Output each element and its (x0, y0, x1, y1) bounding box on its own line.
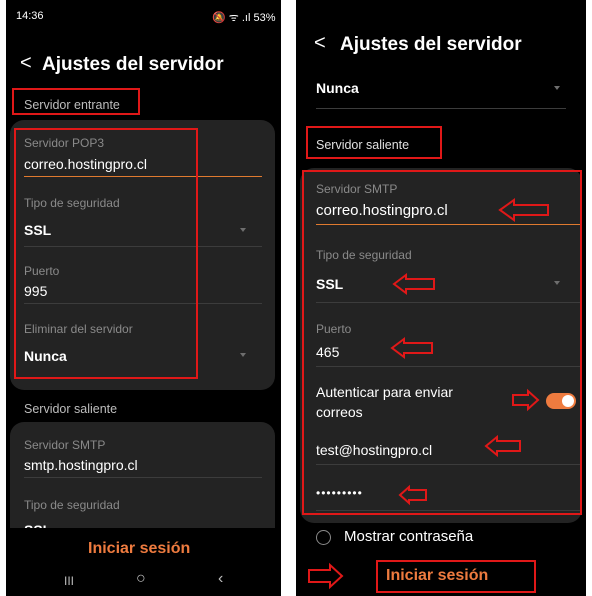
annotation-arrow-icon (308, 562, 344, 590)
annotation-arrow-icon (390, 337, 433, 359)
delete-underline (316, 108, 566, 109)
show-password-radio[interactable] (316, 530, 331, 545)
smtp-underline (24, 477, 262, 478)
sign-in-button[interactable]: Iniciar sesión (386, 567, 488, 585)
annotation-arrow-icon (398, 484, 427, 506)
status-icons: 🔕 ᯤ .ıl 53% (212, 12, 276, 24)
show-password-label[interactable]: Mostrar contraseña (344, 528, 473, 545)
smtp-server-label: Servidor SMTP (24, 438, 106, 452)
right-phone-screen: < Ajustes del servidor Nunca Servidor sa… (296, 0, 586, 596)
smtp-server-field[interactable]: smtp.hostingpro.cl (24, 457, 138, 473)
sign-in-button[interactable]: Iniciar sesión (88, 540, 190, 558)
annotation-box-incoming-fields (14, 128, 198, 379)
chevron-down-icon (240, 353, 246, 357)
chevron-down-icon (240, 228, 246, 232)
outgoing-section-title: Servidor saliente (316, 138, 410, 152)
outgoing-security-label: Tipo de seguridad (24, 498, 120, 512)
back-arrow-icon[interactable]: < (314, 32, 326, 55)
back-arrow-icon[interactable]: < (20, 52, 32, 75)
annotation-box-incoming (12, 88, 140, 115)
delete-from-server-select[interactable]: Nunca (316, 80, 359, 96)
annotation-arrow-icon (484, 434, 521, 458)
status-time: 14:36 (16, 10, 44, 22)
outgoing-section-title: Servidor saliente (24, 402, 118, 416)
chevron-down-icon (554, 86, 560, 90)
annotation-arrow-icon (392, 273, 435, 295)
annotation-arrow-icon (498, 198, 549, 222)
recent-apps-icon[interactable]: III (64, 574, 74, 588)
back-icon[interactable]: ‹ (218, 570, 223, 588)
page-title: Ajustes del servidor (42, 54, 224, 75)
annotation-arrow-icon (512, 388, 540, 412)
page-title: Ajustes del servidor (340, 34, 522, 55)
home-icon[interactable]: ○ (136, 570, 146, 588)
left-phone-screen: 14:36 🔕 ᯤ .ıl 53% < Ajustes del servidor… (6, 0, 281, 596)
